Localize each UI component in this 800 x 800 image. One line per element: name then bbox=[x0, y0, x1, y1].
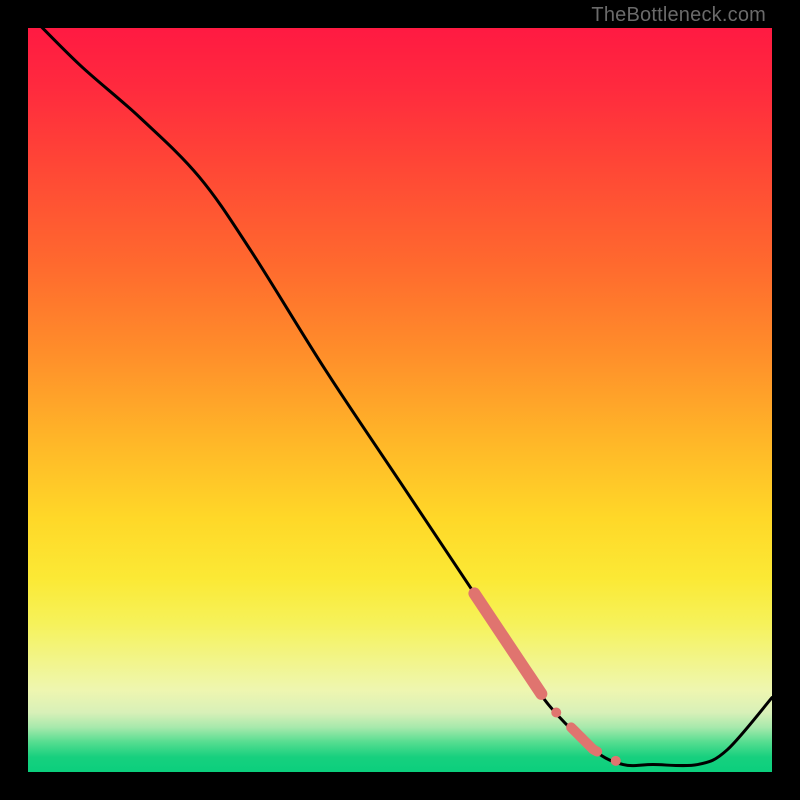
marker-segment bbox=[571, 727, 597, 751]
bottleneck-curve bbox=[28, 28, 772, 766]
curve-markers bbox=[474, 593, 620, 765]
curve-layer bbox=[28, 28, 772, 772]
marker-point bbox=[551, 707, 561, 717]
chart-frame: TheBottleneck.com bbox=[0, 0, 800, 800]
marker-point bbox=[611, 756, 621, 766]
watermark-text: TheBottleneck.com bbox=[591, 4, 766, 27]
marker-segment bbox=[474, 593, 541, 693]
plot-area bbox=[28, 28, 772, 772]
